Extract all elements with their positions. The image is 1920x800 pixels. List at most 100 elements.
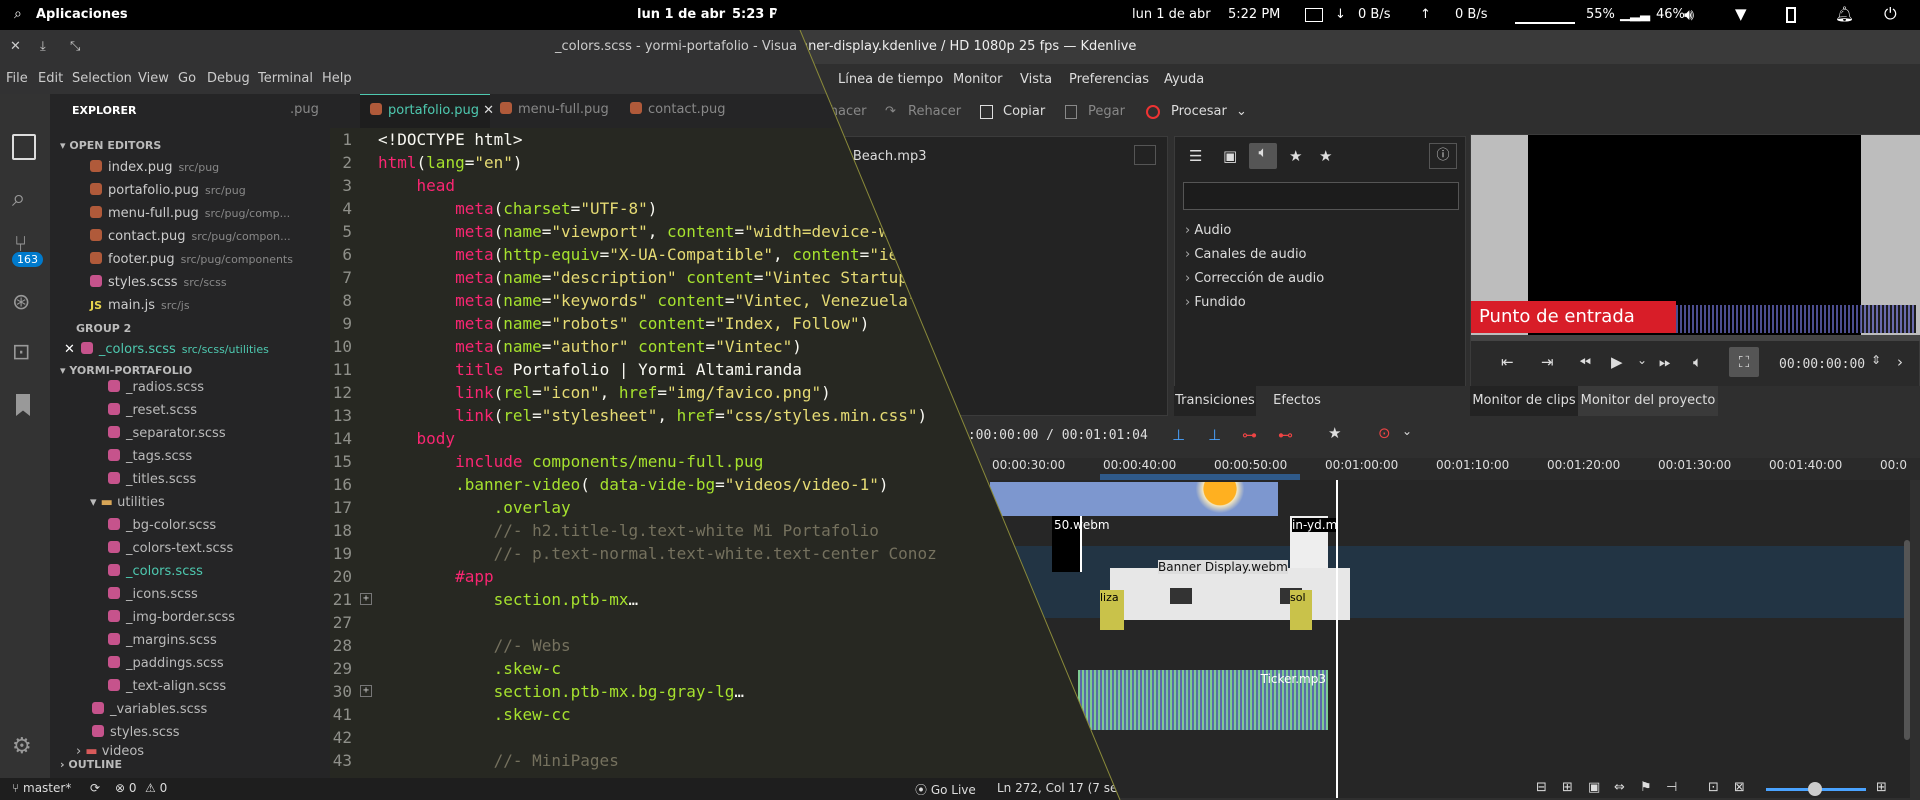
- open-file-footer[interactable]: footer.pug src/pug/components: [90, 252, 293, 267]
- tree-file[interactable]: _icons.scss: [108, 587, 198, 602]
- folder-videos[interactable]: › ▬ videos: [76, 744, 144, 759]
- redo-button[interactable]: Rehacer: [908, 104, 961, 119]
- tree-file[interactable]: _img-border.scss: [108, 610, 235, 625]
- zoom-in-icon[interactable]: ⊞: [1876, 780, 1887, 795]
- tab-effects[interactable]: Efectos: [1256, 386, 1338, 416]
- tree-file[interactable]: _variables.scss: [92, 702, 207, 717]
- menu-help[interactable]: Ayuda: [1164, 72, 1204, 87]
- power-icon[interactable]: ⏻: [1884, 4, 1897, 24]
- effects-search-input[interactable]: [1183, 182, 1459, 210]
- errors-count[interactable]: ⊗ 0: [115, 781, 137, 795]
- fold-expand-icon[interactable]: +: [360, 593, 372, 605]
- project-section[interactable]: ▾ YORMI-PORTAFOLIO: [60, 364, 192, 377]
- tab-partial[interactable]: .pug: [290, 102, 319, 117]
- tree-file[interactable]: _text-align.scss: [108, 679, 226, 694]
- menu-preferences[interactable]: Preferencias: [1069, 72, 1149, 87]
- tree-file[interactable]: _paddings.scss: [108, 656, 224, 671]
- outline-section[interactable]: › OUTLINE: [60, 758, 122, 771]
- zoom-fit-icon[interactable]: ⛶: [1729, 347, 1759, 377]
- video-effects-icon[interactable]: ▣: [1223, 147, 1237, 165]
- tree-file[interactable]: _radios.scss: [108, 380, 204, 395]
- search-icon[interactable]: ⌕: [14, 6, 22, 22]
- lift-icon[interactable]: ⊶: [1242, 426, 1257, 444]
- transition-right[interactable]: sol: [1290, 590, 1312, 630]
- open-file-contact[interactable]: contact.pug src/pug/compon...: [90, 229, 291, 244]
- folder-utilities[interactable]: ▾ ▬ utilities: [90, 495, 165, 510]
- record-icon[interactable]: ⊙: [1378, 424, 1391, 442]
- open-file-colors[interactable]: ✕ _colors.scss src/scss/utilities: [64, 342, 269, 357]
- monitor-timecode[interactable]: 00:00:00:00: [1779, 357, 1865, 372]
- list-view-icon[interactable]: ☰: [1189, 147, 1202, 165]
- go-live-button[interactable]: ⦿ Go Live: [915, 781, 976, 798]
- timeline-scrollbar[interactable]: [1904, 540, 1910, 740]
- set-in-point-icon[interactable]: ⇤: [1501, 353, 1514, 371]
- close-icon[interactable]: ✕: [64, 342, 75, 357]
- tree-file[interactable]: _titles.scss: [108, 472, 196, 487]
- clock-date-left[interactable]: lun 1 de abr: [637, 7, 725, 22]
- effect-category-audio[interactable]: › Audio: [1185, 223, 1231, 238]
- split-view-icon[interactable]: ⊟: [1536, 780, 1547, 795]
- zoom-fit-timeline-icon[interactable]: ⊡: [1708, 780, 1719, 795]
- tree-file[interactable]: styles.scss: [92, 725, 180, 740]
- monitor-menu-chevron-icon[interactable]: ›: [1897, 353, 1903, 371]
- close-icon[interactable]: ✕: [483, 103, 494, 118]
- tree-file[interactable]: _tags.scss: [108, 449, 192, 464]
- overwrite-icon[interactable]: ⊥: [1208, 426, 1221, 444]
- rewind-icon[interactable]: ⏪︎: [1579, 353, 1591, 371]
- paste-button[interactable]: Pegar: [1088, 104, 1125, 119]
- menu-view[interactable]: View: [138, 71, 169, 86]
- effect-category-channels[interactable]: › Canales de audio: [1185, 247, 1307, 262]
- tab-clip-monitor[interactable]: Monitor de clips: [1470, 386, 1578, 416]
- tab-contact[interactable]: contact.pug: [630, 102, 726, 117]
- webm-clip-left[interactable]: 50.webm: [1052, 516, 1110, 572]
- save-icon[interactable]: ▣: [1588, 780, 1600, 795]
- timeline-tracks[interactable]: 50.webm in-yd.m Banner Display.webm liza…: [990, 480, 1910, 798]
- copy-button[interactable]: Copiar: [1003, 104, 1045, 119]
- banner-display-clip[interactable]: Banner Display.webm: [1110, 560, 1350, 620]
- explorer-icon[interactable]: [12, 134, 36, 160]
- open-file-main-js[interactable]: JS main.js src/js: [90, 298, 190, 313]
- bin-settings-icon[interactable]: [1134, 145, 1156, 165]
- menu-edit[interactable]: Edit: [38, 71, 63, 86]
- play-options-chevron-icon[interactable]: ⌄: [1637, 353, 1647, 367]
- menu-view[interactable]: Vista: [1020, 72, 1052, 87]
- tree-file[interactable]: _bg-color.scss: [108, 518, 216, 533]
- thumbnail-icon[interactable]: ⊞: [1562, 780, 1573, 795]
- search-icon[interactable]: ⌕: [12, 184, 25, 212]
- custom-effects-icon[interactable]: ★: [1289, 147, 1302, 165]
- tree-file[interactable]: _reset.scss: [108, 403, 197, 418]
- volume-icon[interactable]: 🔈︎: [1693, 353, 1702, 371]
- playhead[interactable]: [1336, 480, 1338, 798]
- open-file-index[interactable]: index.pug src/pug: [90, 160, 219, 175]
- flag-icon[interactable]: ⚑: [1640, 780, 1652, 795]
- close-icon[interactable]: ✕: [10, 30, 21, 64]
- record-options-chevron-icon[interactable]: ⌄: [1402, 424, 1412, 438]
- gear-icon[interactable]: ⚙: [12, 734, 32, 759]
- open-editors-section[interactable]: ▾ OPEN EDITORS: [60, 139, 161, 152]
- clock-date[interactable]: lun 1 de abr: [1132, 7, 1211, 22]
- volume-icon[interactable]: 🔊︎: [1684, 5, 1694, 25]
- monitor-seek-bar[interactable]: [1471, 335, 1920, 341]
- tree-file[interactable]: _separator.scss: [108, 426, 226, 441]
- tab-menu-full[interactable]: menu-full.pug: [500, 102, 609, 117]
- transition-left[interactable]: liza: [1100, 590, 1124, 630]
- sync-icon[interactable]: ⟳: [90, 781, 100, 795]
- minimize-icon[interactable]: ⤓: [40, 30, 46, 64]
- timecode-spinner-icon[interactable]: ⇕: [1871, 353, 1881, 367]
- menu-debug[interactable]: Debug: [207, 71, 250, 86]
- notification-bell-icon[interactable]: 🔔︎: [1835, 5, 1854, 23]
- extract-icon[interactable]: ⊷: [1278, 426, 1293, 444]
- clock-time-left[interactable]: 5:23 P: [732, 7, 778, 22]
- menu-file[interactable]: File: [6, 71, 28, 86]
- tree-file[interactable]: _margins.scss: [108, 633, 217, 648]
- set-out-point-icon[interactable]: ⇥: [1541, 353, 1554, 371]
- audio-effects-icon[interactable]: 🔈︎: [1249, 143, 1277, 169]
- open-file-styles[interactable]: styles.scss src/scss: [90, 275, 227, 290]
- menu-monitor[interactable]: Monitor: [953, 72, 1002, 87]
- tab-project-monitor[interactable]: Monitor del proyecto: [1578, 386, 1718, 416]
- ticker-audio-clip[interactable]: Ticker.mp3: [1078, 670, 1328, 730]
- webm-clip-right[interactable]: in-yd.m: [1290, 516, 1338, 572]
- play-icon[interactable]: ▶: [1611, 353, 1623, 371]
- maximize-icon[interactable]: ⤡: [70, 30, 80, 64]
- tool-icon[interactable]: ⊣: [1666, 780, 1677, 795]
